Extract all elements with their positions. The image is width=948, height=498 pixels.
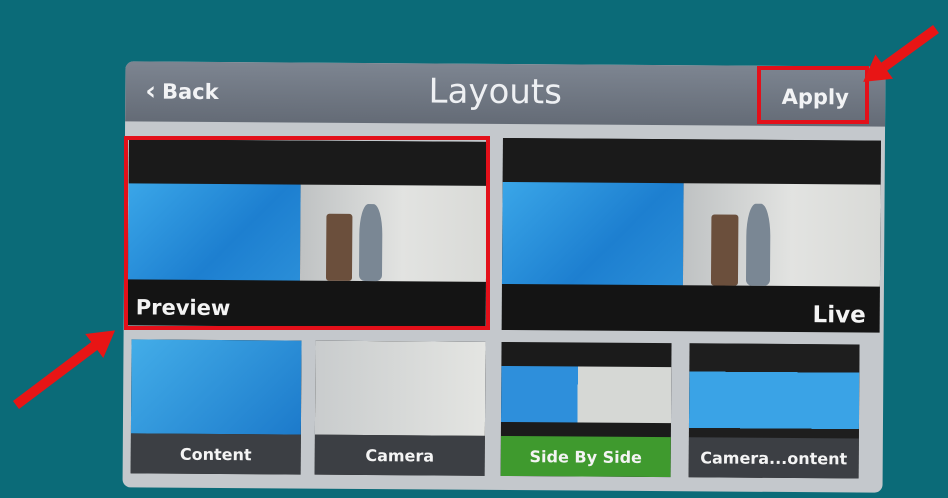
layout-options: Content Camera Side By Side Camera...ont… [129,339,880,484]
layout-thumbnail [500,365,672,424]
layout-option-camera[interactable]: Camera [314,340,486,476]
red-arrow-icon [873,24,939,77]
chevron-left-icon: ‹ [145,76,157,107]
preview-highlight-box [124,136,490,330]
page-title: Layouts [428,71,563,113]
red-arrow-icon [12,336,106,409]
layout-label: Camera...ontent [688,437,859,479]
live-camera-image [683,183,881,287]
layout-option-camera-content[interactable]: Camera...ontent [688,343,860,479]
layout-label: Camera [314,434,485,476]
live-top-band [502,137,881,185]
layout-thumbnail [314,340,486,436]
live-content-image [501,181,685,286]
layout-thumbnail [130,339,302,435]
back-label: Back [161,79,219,105]
layout-option-side-by-side[interactable]: Side By Side [500,341,672,478]
back-button[interactable]: ‹ Back [145,75,219,108]
layout-option-content[interactable]: Content [130,339,302,475]
live-label: Live [812,302,866,329]
layout-label: Content [130,433,301,475]
live-pane: Live [501,137,881,333]
apply-highlight-box [757,66,869,124]
layout-thumbnail [688,343,860,439]
layout-label: Side By Side [500,435,671,478]
